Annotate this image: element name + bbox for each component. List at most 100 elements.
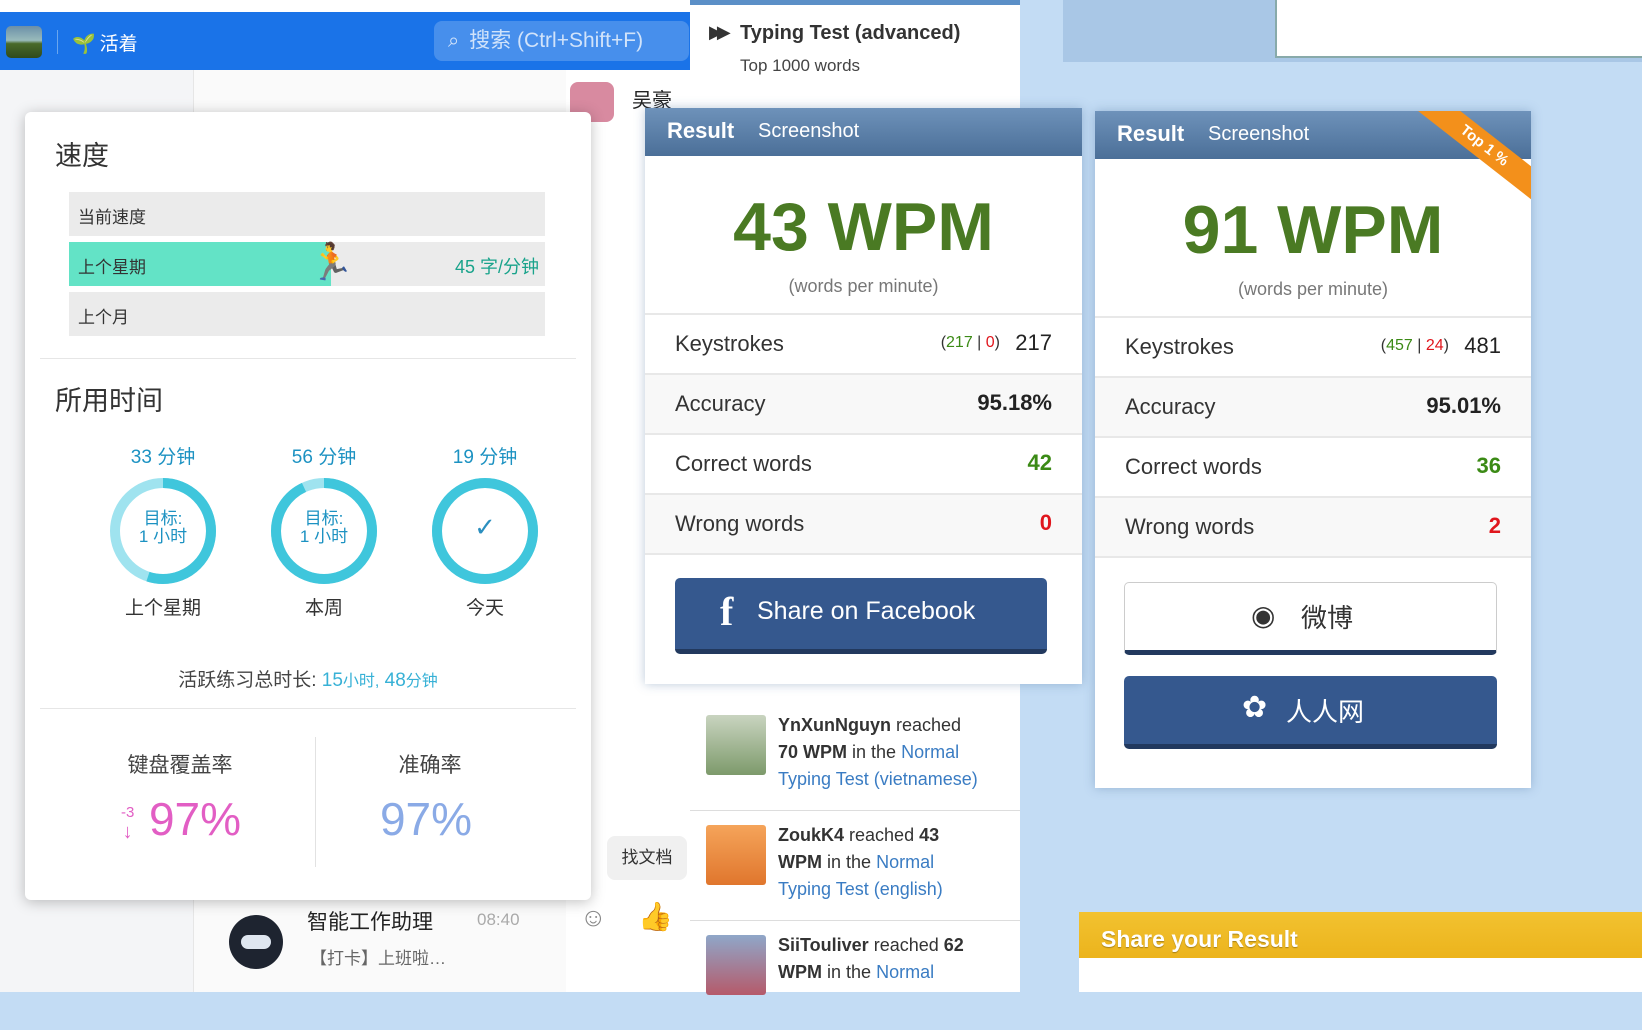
find-document-button[interactable]: 找文档 [607,836,687,880]
speed-bar-label: 上个月 [78,308,129,327]
wrong-words-value: 2 [1488,513,1501,538]
share-result-label: Share your Result [1101,926,1298,952]
header-panel [1275,0,1642,58]
renren-icon: ✿ [1242,691,1268,724]
speed-bar-last-month[interactable]: 上个月 [69,292,545,336]
result-card-2: Result Screenshot Top 1 % 91 WPM (words … [1095,111,1531,788]
speed-stats-popup: 速度 当前速度 上个星期 🏃 45 字/分钟 上个月 所用时间 33 分钟 目标… [25,112,591,900]
keystrokes-breakdown: (457 | 24) [1380,337,1449,354]
share-weibo-label: 微博 [1301,603,1354,633]
accuracy-label: Accuracy [1125,394,1216,419]
keystrokes-breakdown: (217 | 0) [940,334,1000,351]
divider [40,708,576,709]
chat-preview-time: 08:40 [477,910,520,929]
feed-item: ZoukK4 reached 43 WPM in the Normal Typing… [690,810,1020,921]
accuracy-row: Accuracy 95.01% [1095,376,1531,436]
activity-feed: YnXunNguyn reached 70 WPM in the Normal Ty… [690,700,1020,995]
user-avatar[interactable] [6,26,42,58]
divider [40,358,576,359]
column-top-strip [690,0,1020,5]
total-practice-time: 活跃练习总时长: 15小时, 48分钟 [178,670,438,691]
speed-bar-label: 上个星期 [78,258,146,277]
assistant-avatar[interactable] [229,915,283,969]
speed-bar-last-week[interactable]: 上个星期 🏃 45 字/分钟 [69,241,545,286]
search-icon: ⌕ [448,30,460,52]
checkmark-icon: ✓ [474,512,496,542]
feed-test-link[interactable]: Typing Test (vietnamese) [778,769,978,789]
keystrokes-total: 481 [1464,333,1501,358]
wrong-words-label: Wrong words [675,511,805,536]
status-text: 活着 [99,34,138,55]
share-renren-button[interactable]: ✿ 人人网 [1124,676,1497,749]
share-weibo-button[interactable]: ◉ 微博 [1124,582,1497,655]
feed-mode-link[interactable]: Normal [901,742,959,762]
ring-minutes: 56 分钟 [291,447,357,468]
ring-label: 今天 [465,598,504,619]
feed-avatar[interactable] [706,825,766,885]
wrong-words-value: 0 [1039,510,1052,535]
chat-app-topbar: 🌱 活着 ⌕ 搜索 (Ctrl+Shift+F) [0,12,690,70]
search-placeholder: 搜索 (Ctrl+Shift+F) [469,29,644,52]
correct-words-row: Correct words 42 [645,433,1082,493]
feed-test-link[interactable]: Typing Test (english) [778,879,943,899]
keystrokes-label: Keystrokes [1125,334,1234,359]
feed-mode-link[interactable]: Normal [876,962,934,982]
speed-bar-value: 45 字/分钟 [454,257,539,277]
share-facebook-button[interactable]: f Share on Facebook [675,578,1047,654]
emoji-icon[interactable]: ☺ [580,902,607,933]
speed-bar-label: 当前速度 [78,208,146,227]
thumbs-up-icon[interactable]: 👍 [638,900,673,933]
feed-text: ZoukK4 reached 43 WPM in the Normal Typing… [778,825,943,899]
correct-words-row: Correct words 36 [1095,436,1531,496]
share-renren-label: 人人网 [1286,697,1365,727]
feed-mode-link[interactable]: Normal [876,852,934,872]
keystrokes-label: Keystrokes [675,331,784,356]
feed-avatar[interactable] [706,935,766,995]
search-input[interactable]: ⌕ 搜索 (Ctrl+Shift+F) [434,21,689,61]
correct-words-value: 42 [1027,450,1052,475]
wrong-words-label: Wrong words [1125,514,1255,539]
wpm-caption: (words per minute) [1237,279,1389,299]
ring-label: 本周 [304,598,343,619]
facebook-icon: f [720,589,734,634]
feed-item: SiiTouliver reached 62 WPM in the Normal [690,920,1020,1030]
wpm-caption: (words per minute) [788,276,939,296]
topbar-divider [57,30,58,54]
stat-divider [315,737,316,867]
accuracy-value: 95.01% [1426,393,1501,418]
speed-bar-current[interactable]: 当前速度 [69,192,545,236]
weibo-icon: ◉ [1251,600,1276,631]
wpm-value: 43 WPM [733,189,994,265]
keystrokes-row: Keystrokes (457 | 24) 481 [1095,316,1531,376]
result-card-1: Result Screenshot 43 WPM (words per minu… [645,108,1082,684]
share-result-bar: Share your Result [1079,912,1642,992]
result-tab[interactable]: Result [1117,121,1184,147]
feed-text: SiiTouliver reached 62 WPM in the Normal [778,935,964,982]
correct-words-value: 36 [1476,453,1501,478]
screenshot-tab[interactable]: Screenshot [758,120,859,143]
sprout-icon: 🌱 [72,34,96,55]
ring-goal: 目标: 1 小时 [138,509,188,546]
screenshot-tab[interactable]: Screenshot [1208,123,1309,146]
correct-words-label: Correct words [675,451,812,476]
wrong-words-row: Wrong words 2 [1095,496,1531,558]
test-subtitle: Top 1000 words [740,56,861,75]
share-result-body [1079,958,1642,992]
user-status[interactable]: 🌱 活着 [72,29,138,56]
ring-minutes: 19 分钟 [452,447,518,468]
accuracy-label: 准确率 [398,754,462,777]
result-tab[interactable]: Result [667,118,734,144]
speed-title: 速度 [55,141,109,171]
accuracy-value: 95.18% [977,390,1052,415]
feed-avatar[interactable] [706,715,766,775]
test-title[interactable]: Typing Test (advanced) [740,22,960,45]
share-facebook-label: Share on Facebook [757,597,976,625]
correct-words-label: Correct words [1125,454,1262,479]
accuracy-label: Accuracy [675,391,766,416]
ring-minutes: 33 分钟 [130,447,196,468]
keystrokes-row: Keystrokes (217 | 0) 217 [645,313,1082,373]
fast-forward-icon: ▶▶ [709,22,731,42]
coverage-value: 97% [148,793,242,845]
wpm-value: 91 WPM [1182,192,1444,268]
accuracy-value: 97% [379,793,473,845]
